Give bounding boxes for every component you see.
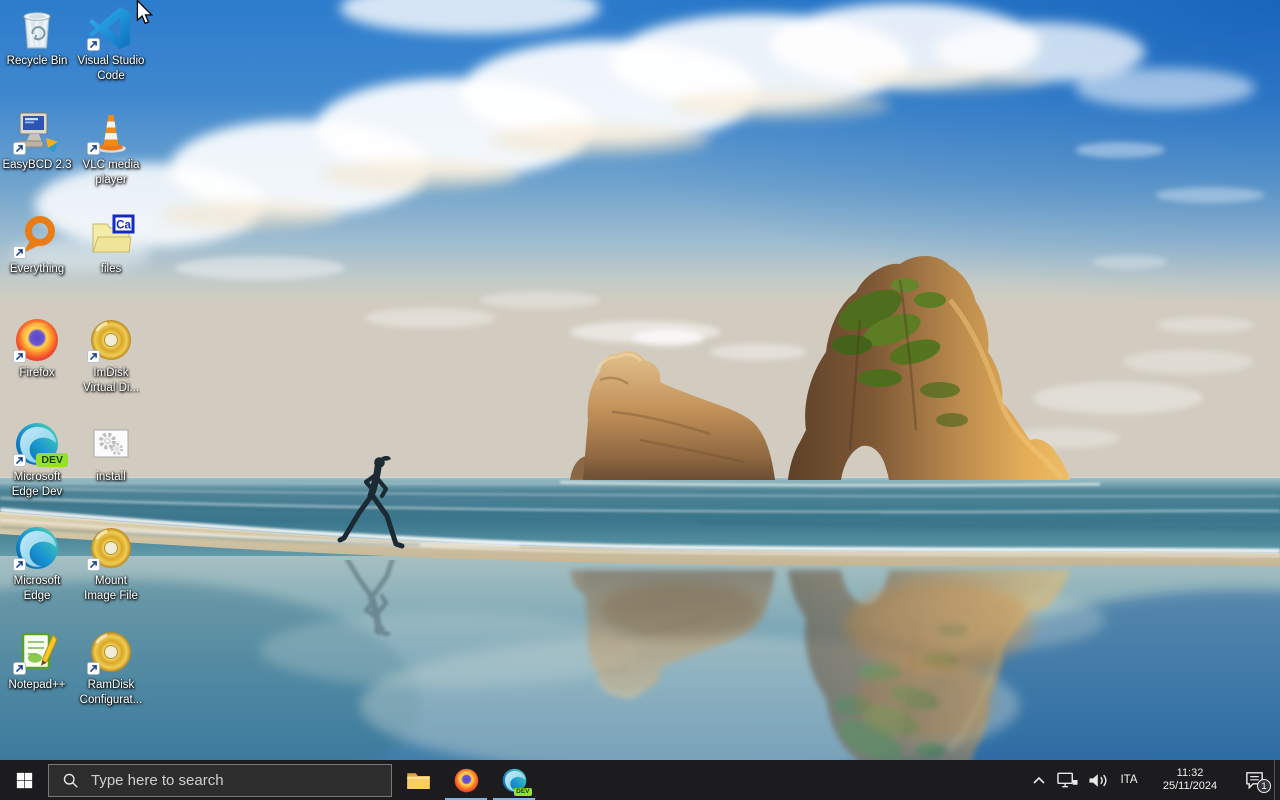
tray-network-button[interactable] — [1052, 760, 1082, 800]
start-button[interactable] — [0, 760, 48, 800]
cd-disc-icon — [87, 628, 135, 676]
desktop-icon-files[interactable]: Ca files — [74, 212, 148, 316]
cd-disc-icon — [87, 316, 135, 364]
shortcut-arrow-icon — [87, 350, 100, 363]
edge-icon — [13, 524, 61, 572]
easybcd-icon — [13, 108, 61, 156]
mouse-cursor — [136, 0, 153, 25]
shortcut-arrow-icon — [13, 662, 26, 675]
dev-channel-badge: DEV — [514, 787, 532, 796]
shortcut-arrow-icon — [13, 558, 26, 571]
desktop-icon-vlc[interactable]: VLC media player — [74, 108, 148, 212]
desktop-icon-imdisk[interactable]: ImDisk Virtual Di... — [74, 316, 148, 420]
firefox-icon — [13, 316, 61, 364]
desktop-icon-everything[interactable]: Everything — [0, 212, 74, 316]
chevron-up-icon — [1033, 776, 1045, 784]
desktop-icon-label: Firefox — [19, 367, 55, 379]
shortcut-arrow-icon — [13, 246, 26, 259]
desktop-icon-easybcd[interactable]: EasyBCD 2.3 — [0, 108, 74, 212]
tray-show-hidden-icons-button[interactable] — [1026, 760, 1052, 800]
network-ethernet-icon — [1056, 772, 1078, 788]
edge-dev-icon: DEV — [501, 767, 532, 796]
tray-volume-button[interactable] — [1082, 760, 1112, 800]
shortcut-arrow-icon — [13, 454, 26, 467]
desktop-icon-install[interactable]: install — [74, 420, 148, 524]
desktop-icon-recycle-bin[interactable]: Recycle Bin — [0, 4, 74, 108]
firefox-icon — [453, 767, 480, 794]
notepadpp-icon — [13, 628, 61, 676]
recycle-bin-icon — [13, 4, 61, 52]
taskbar-apps: DEV — [394, 760, 538, 800]
desktop-icon-label: Recycle Bin — [6, 55, 68, 67]
desktop-icon-label: EasyBCD 2.3 — [2, 159, 72, 171]
svg-text:Ca: Ca — [116, 220, 131, 232]
tray-clock-button[interactable]: 11:32 25/11/2024 — [1146, 760, 1234, 800]
desktop[interactable]: Recycle Bin Visual Studio Code EasyBCD 2.3… — [0, 0, 1280, 760]
taskbar-search[interactable] — [48, 764, 392, 797]
folder-ca-icon: Ca — [87, 212, 135, 260]
shortcut-arrow-icon — [13, 350, 26, 363]
tray-language-button[interactable]: ITA — [1112, 760, 1146, 800]
language-indicator: ITA — [1120, 774, 1138, 786]
desktop-icon-label: Visual Studio Code — [77, 55, 145, 82]
desktop-icon-label: RamDisk Configurat... — [79, 679, 143, 706]
desktop-icon-ramdisk[interactable]: RamDisk Configurat... — [74, 628, 148, 732]
tray-date: 25/11/2024 — [1162, 780, 1218, 792]
windows-logo-icon — [16, 772, 32, 788]
dev-channel-badge: DEV — [36, 453, 68, 467]
installer-gears-icon — [87, 420, 135, 468]
show-desktop-button[interactable] — [1274, 760, 1280, 800]
cd-disc-icon — [87, 524, 135, 572]
desktop-icon-label: Everything — [9, 263, 65, 275]
shortcut-arrow-icon — [87, 142, 100, 155]
desktop-icon-label: VLC media player — [82, 159, 140, 186]
vlc-cone-icon — [87, 108, 135, 156]
desktop-icon-notepadpp[interactable]: Notepad++ — [0, 628, 74, 732]
desktop-icon-firefox[interactable]: Firefox — [0, 316, 74, 420]
desktop-icon-label: Notepad++ — [8, 679, 66, 691]
desktop-icon-label: Microsoft Edge — [13, 575, 61, 602]
file-explorer-icon — [405, 767, 432, 794]
shortcut-arrow-icon — [87, 38, 100, 51]
notification-badge: 1 — [1257, 779, 1271, 793]
shortcut-arrow-icon — [87, 558, 100, 571]
everything-search-icon — [13, 212, 61, 260]
desktop-wallpaper — [0, 0, 1280, 760]
taskbar-app-firefox[interactable] — [442, 760, 490, 800]
search-icon — [62, 772, 79, 789]
vscode-icon — [87, 4, 135, 52]
desktop-icon-label: install — [96, 471, 126, 483]
desktop-icon-edge-dev[interactable]: DEV Microsoft Edge Dev — [0, 420, 74, 524]
taskbar-app-file-explorer[interactable] — [394, 760, 442, 800]
system-tray: ITA 11:32 25/11/2024 1 — [1026, 760, 1280, 800]
action-center-button[interactable]: 1 — [1234, 760, 1274, 800]
tray-time: 11:32 — [1176, 766, 1204, 779]
desktop-icon-label: ImDisk Virtual Di... — [82, 367, 140, 394]
desktop-icon-mount-image[interactable]: Mount Image File — [74, 524, 148, 628]
desktop-icon-label: Microsoft Edge Dev — [11, 471, 63, 498]
desktop-icon-label: Mount Image File — [84, 575, 138, 602]
taskbar: DEV ITA 11:32 25/11/2024 — [0, 760, 1280, 800]
volume-icon — [1088, 773, 1107, 787]
desktop-icon-label: files — [100, 263, 122, 275]
shortcut-arrow-icon — [87, 662, 100, 675]
search-input[interactable] — [89, 771, 391, 790]
edge-dev-icon: DEV — [13, 420, 68, 468]
taskbar-app-edge-dev[interactable]: DEV — [490, 760, 538, 800]
desktop-icon-edge[interactable]: Microsoft Edge — [0, 524, 74, 628]
shortcut-arrow-icon — [13, 142, 26, 155]
desktop-icon-grid: Recycle Bin Visual Studio Code EasyBCD 2.3… — [0, 4, 148, 732]
